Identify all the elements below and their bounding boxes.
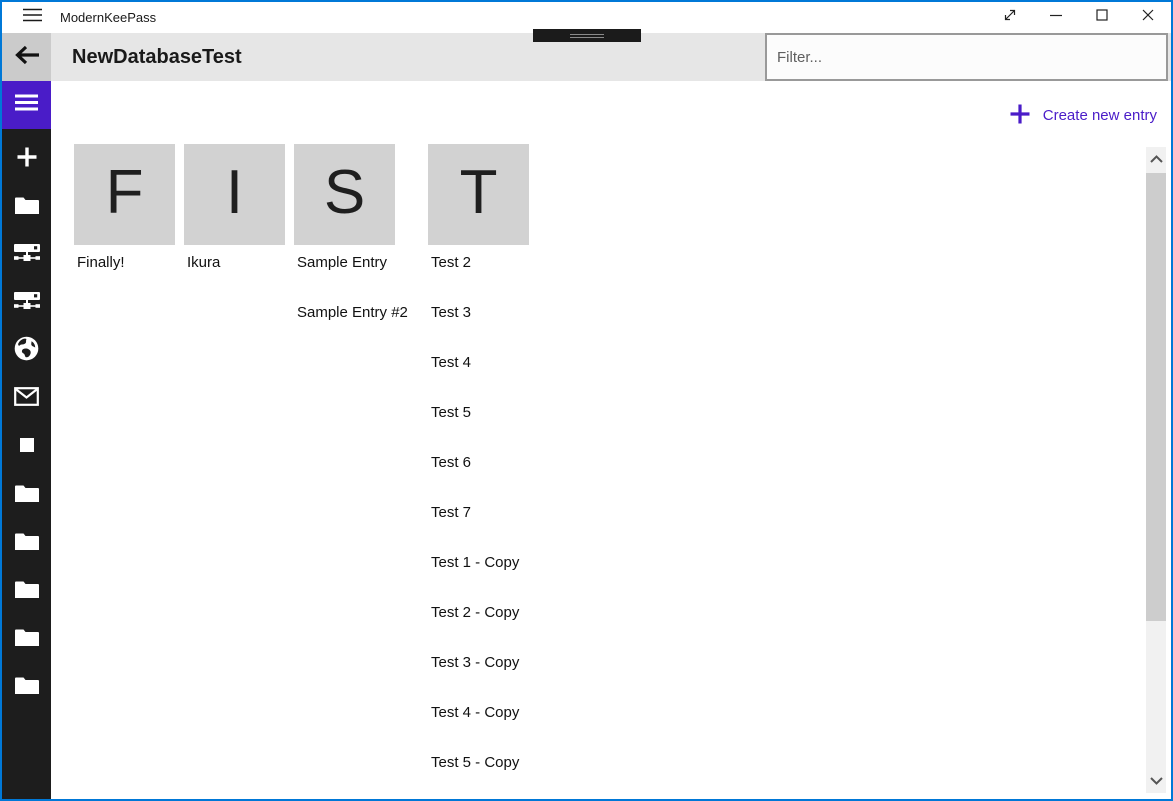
entry-column: SSample EntrySample Entry #2 xyxy=(294,144,434,245)
entry-column: TTest 2Test 3Test 4Test 5Test 6Test 7Tes… xyxy=(428,144,568,245)
entry-label[interactable]: Test 5 xyxy=(431,403,471,423)
entry-tile[interactable]: T xyxy=(428,144,529,245)
entry-tile-letter: I xyxy=(226,162,243,224)
drag-handle-bar[interactable] xyxy=(533,29,641,42)
chevron-up-icon xyxy=(1150,150,1163,168)
entry-grid: FFinally!IIkuraSSample EntrySample Entry… xyxy=(2,2,1171,799)
entry-label[interactable]: Test 1 - Copy xyxy=(431,553,519,573)
entry-tile-letter: S xyxy=(324,162,365,224)
entry-label[interactable]: Test 5 - Copy xyxy=(431,753,519,773)
entry-label[interactable]: Finally! xyxy=(77,253,125,273)
app-window: ModernKeePass xyxy=(0,0,1173,801)
chevron-down-icon xyxy=(1150,772,1163,790)
entry-label[interactable]: Test 3 - Copy xyxy=(431,653,519,673)
entry-label[interactable]: Sample Entry #2 xyxy=(297,303,408,323)
entry-tile[interactable]: F xyxy=(74,144,175,245)
entry-label[interactable]: Test 3 xyxy=(431,303,471,323)
entry-label[interactable]: Test 4 - Copy xyxy=(431,703,519,723)
entry-label[interactable]: Sample Entry xyxy=(297,253,387,273)
entry-tile-letter: T xyxy=(460,162,498,224)
scroll-up-button[interactable] xyxy=(1146,151,1166,167)
entry-tile[interactable]: I xyxy=(184,144,285,245)
entry-label[interactable]: Test 2 - Copy xyxy=(431,603,519,623)
scrollbar-thumb[interactable] xyxy=(1146,173,1166,621)
entry-tile[interactable]: S xyxy=(294,144,395,245)
entry-label[interactable]: Test 7 xyxy=(431,503,471,523)
entry-label[interactable]: Test 2 xyxy=(431,253,471,273)
entry-label[interactable]: Ikura xyxy=(187,253,220,273)
vertical-scrollbar[interactable] xyxy=(1146,147,1166,793)
entry-label[interactable]: Test 6 xyxy=(431,453,471,473)
entry-tile-letter: F xyxy=(106,162,144,224)
entry-label[interactable]: Test 4 xyxy=(431,353,471,373)
scroll-down-button[interactable] xyxy=(1146,773,1166,789)
